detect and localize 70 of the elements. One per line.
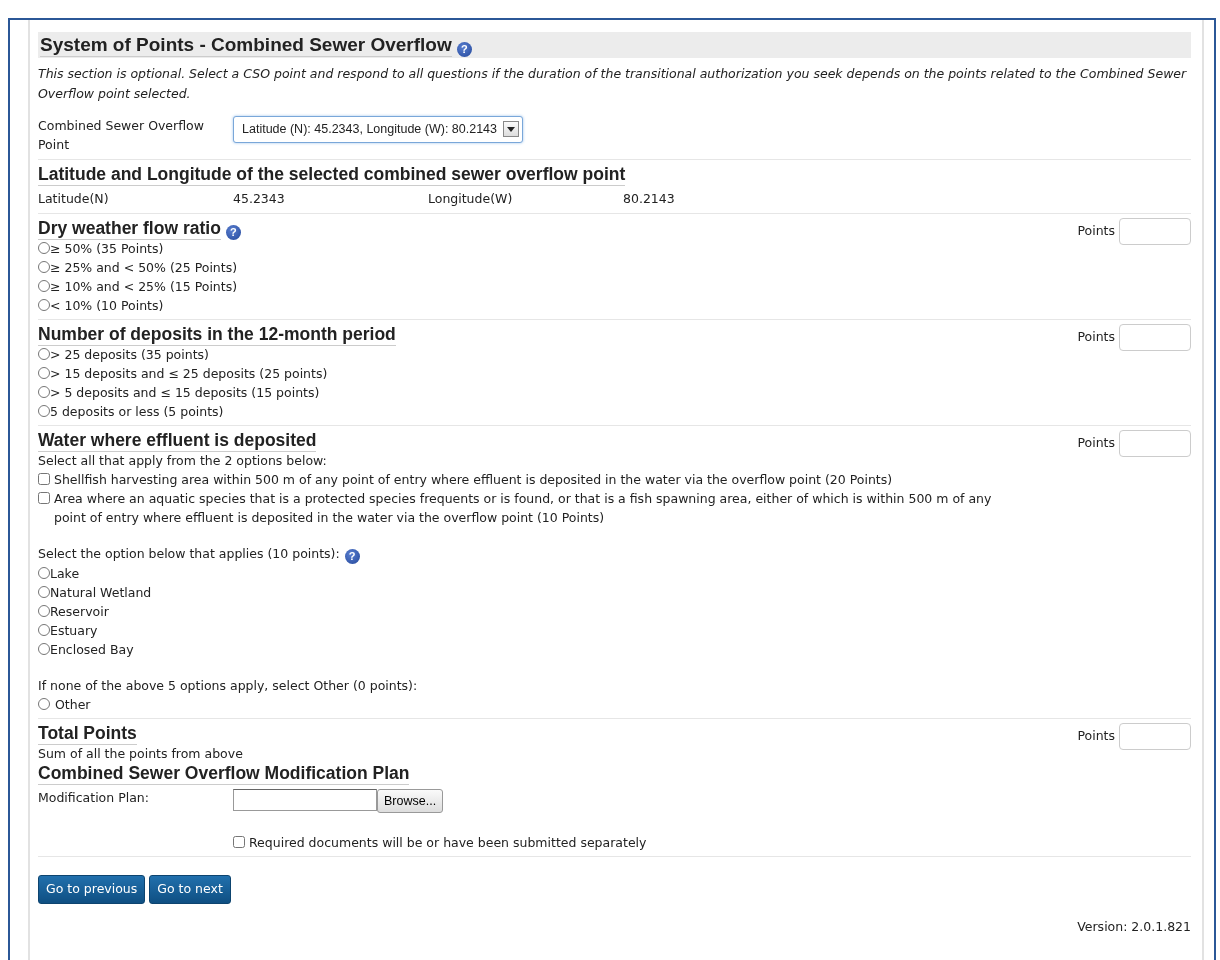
option-label: Required documents will be or have been submitted separately — [249, 835, 647, 851]
section-heading: Combined Sewer Overflow Modification Plan — [38, 762, 410, 785]
caret-icon — [507, 126, 516, 132]
checkbox[interactable] — [38, 491, 50, 504]
intro-text: This section is optional. Select a CSO point and respond to all questions if the duration of the transitional authorization you seek depends on the points related to the Combined Sewer Overflow point selected. — [38, 65, 1188, 103]
checkbox[interactable] — [233, 836, 245, 849]
radio-button[interactable] — [38, 279, 50, 292]
radio-button[interactable] — [38, 366, 50, 379]
points-label: Points — [1077, 433, 1115, 452]
note-text: Sum of all the points from above — [38, 745, 243, 761]
option-label: Estuary — [50, 622, 98, 638]
radio-button[interactable] — [38, 385, 50, 398]
option-label: > 25 deposits (35 points) — [50, 346, 209, 362]
option-label: Natural Wetland — [50, 584, 152, 600]
field-label: Modification Plan: — [38, 788, 150, 807]
field-label: Combined Sewer Overflow Point — [38, 117, 205, 155]
instruction-text: If none of the above 5 options apply, select Other (0 points): — [38, 677, 418, 693]
option-label: Shellfish harvesting area within 500 m of any point of entry where effluent is deposited in the water via the overflow point (20 Points) — [54, 470, 893, 489]
option-label: Other — [55, 696, 91, 712]
help-icon[interactable]: ? — [225, 224, 241, 240]
option-label: Reservoir — [50, 603, 109, 619]
points-field[interactable] — [1119, 722, 1191, 750]
help-icon[interactable]: ? — [344, 548, 360, 564]
points-field[interactable] — [1119, 429, 1191, 457]
checkbox[interactable] — [38, 472, 50, 485]
page-title: System of Points - Combined Sewer Overflow — [40, 34, 452, 57]
section-heading: Water where effluent is deposited — [38, 429, 317, 452]
field-label: Longitude(W) — [428, 189, 514, 208]
radio-button[interactable] — [38, 241, 50, 254]
radio-button[interactable] — [38, 697, 50, 710]
field-label: Latitude(N) — [38, 189, 110, 208]
field-value: 45.2343 — [233, 189, 286, 208]
points-field[interactable] — [1119, 217, 1191, 245]
radio-button[interactable] — [38, 404, 50, 417]
option-label: < 10% (10 Points) — [50, 297, 164, 313]
radio-button[interactable] — [38, 347, 50, 360]
section-heading: Number of deposits in the 12-month period — [38, 323, 396, 346]
help-icon[interactable]: ? — [456, 42, 472, 57]
point-dropdown[interactable]: Latitude (N): 45.2343, Longitude (W): 80.2143 — [233, 116, 524, 143]
option-label: 5 deposits or less (5 points) — [50, 403, 224, 419]
version-text: Version: 2.0.1.821 — [1077, 918, 1191, 936]
radio-button[interactable] — [38, 642, 50, 655]
radio-button[interactable] — [38, 566, 50, 579]
radio-button[interactable] — [38, 604, 50, 617]
section-heading: Latitude and Longitude of the selected combined sewer overflow point — [38, 163, 626, 186]
instruction-text: Select the option below that applies (10 points): — [38, 545, 340, 561]
option-label: ≥ 25% and < 50% (25 Points) — [50, 259, 238, 275]
radio-button[interactable] — [38, 298, 50, 311]
option-label: > 15 deposits and ≤ 25 deposits (25 points) — [50, 365, 328, 381]
points-label: Points — [1077, 327, 1115, 346]
points-field[interactable] — [1119, 323, 1191, 351]
radio-button[interactable] — [38, 623, 50, 636]
nav-button[interactable]: Go to next — [149, 875, 231, 904]
browse-button[interactable]: Browse... — [377, 788, 444, 814]
instruction-text: Select all that apply from the 2 options below: — [38, 452, 327, 468]
option-label: ≥ 50% (35 Points) — [50, 240, 164, 256]
section-heading: Total Points — [38, 722, 137, 745]
radio-button[interactable] — [38, 585, 50, 598]
option-label: ≥ 10% and < 25% (15 Points) — [50, 278, 238, 294]
radio-button[interactable] — [38, 260, 50, 273]
file-field[interactable] — [233, 788, 377, 811]
section-heading: Dry weather flow ratio — [38, 217, 221, 240]
points-label: Points — [1077, 726, 1115, 745]
option-label: Lake — [50, 565, 80, 581]
points-label: Points — [1077, 221, 1115, 240]
option-label: Enclosed Bay — [50, 641, 134, 657]
option-label: Area where an aquatic species that is a protected species frequents or is found, or that is a fish spawning area, either of which is within 500 m of any point of entry where effluent is deposited in the water via the overflow point (10 Points) — [54, 489, 993, 527]
field-value: 80.2143 — [623, 189, 676, 208]
nav-button[interactable]: Go to previous — [38, 875, 146, 904]
option-label: > 5 deposits and ≤ 15 deposits (15 points) — [50, 384, 320, 400]
